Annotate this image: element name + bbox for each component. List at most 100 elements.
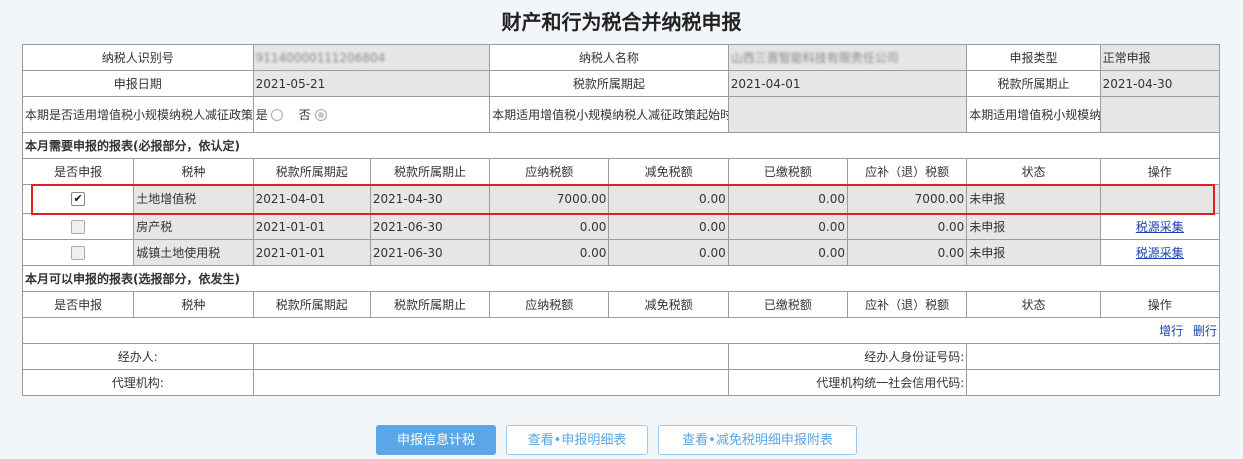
paid-amount: 0.00: [727, 239, 849, 266]
row-checkbox-cell: ✔: [21, 184, 135, 214]
status-text: 未申报: [966, 239, 1101, 266]
table-row: 城镇土地使用税 2021-01-01 2021-06-30 0.00 0.00 …: [21, 239, 1221, 266]
handler-input[interactable]: [252, 343, 729, 370]
action-cell: [1099, 184, 1221, 214]
col-end: 税款所属期止: [369, 291, 491, 318]
no-radio[interactable]: [314, 109, 327, 121]
col-relief: 减免税额: [608, 158, 729, 185]
paid-amount: 0.00: [727, 184, 849, 214]
optional-section-heading: 本月可以申报的报表(选报部分，依发生): [22, 265, 1220, 292]
due-amount: 0.00: [846, 239, 968, 266]
col-relief: 减免税额: [608, 291, 729, 318]
taxpayer-name-value: 山西三晋智能科技有限责任公司: [727, 44, 968, 71]
declare-date-label: 申报日期: [22, 70, 254, 97]
action-cell: 税源采集: [1099, 213, 1221, 240]
agency-label: 代理机构:: [22, 369, 254, 396]
row-controls: 增行 删行: [22, 317, 1220, 344]
period-start: 2021-01-01: [252, 213, 371, 240]
view-detail-button[interactable]: 查看•申报明细表: [506, 425, 648, 455]
period-end: 2021-06-30: [369, 213, 491, 240]
col-payable: 应纳税额: [489, 158, 610, 185]
relief-amount: 0.00: [608, 184, 729, 214]
col-due: 应补（退）税额: [846, 291, 968, 318]
tax-source-collect-link[interactable]: 税源采集: [1136, 220, 1184, 234]
handler-label: 经办人:: [22, 343, 254, 370]
page-title: 财产和行为税合并纳税申报: [501, 10, 742, 34]
optional-header-row: 是否申报 税种 税款所属期起 税款所属期止 应纳税额 减免税额 已缴税额 应补（…: [21, 291, 1221, 318]
col-action: 操作: [1099, 291, 1221, 318]
relief-amount: 0.00: [608, 239, 729, 266]
payable-amount: 0.00: [489, 213, 610, 240]
row-checkbox-cell: [21, 213, 135, 240]
declare-checkbox[interactable]: [71, 245, 86, 260]
col-start: 税款所属期起: [252, 158, 371, 185]
period-start: 2021-04-01: [252, 184, 371, 214]
period-start: 2021-01-01: [252, 239, 371, 266]
due-amount: 0.00: [846, 213, 968, 240]
required-header-row: 是否申报 税种 税款所属期起 税款所属期止 应纳税额 减免税额 已缴税额 应补（…: [21, 158, 1221, 185]
col-due: 应补（退）税额: [846, 158, 968, 185]
small-scale-label: 本期是否适用增值税小规模纳税人减征政策: [25, 107, 254, 122]
col-start: 税款所属期起: [252, 291, 371, 318]
declare-checkbox[interactable]: [71, 219, 86, 234]
col-declare: 是否申报: [21, 158, 135, 185]
status-text: 未申报: [966, 184, 1101, 214]
handler-id-input[interactable]: [966, 343, 1220, 370]
tax-name: 城镇土地使用税: [133, 239, 254, 266]
calc-tax-button[interactable]: 申报信息计税: [376, 425, 496, 455]
handler-id-label: 经办人身份证号码:: [727, 343, 968, 370]
col-status: 状态: [966, 291, 1101, 318]
taxpayer-id-value: 91140000111206804: [252, 44, 491, 71]
agency-code-input[interactable]: [966, 369, 1220, 396]
payable-amount: 0.00: [489, 239, 610, 266]
col-paid: 已缴税额: [727, 291, 849, 318]
due-amount: 7000.00: [846, 184, 968, 214]
agency-code-label: 代理机构统一社会信用代码:: [727, 369, 968, 396]
tax-source-collect-link[interactable]: 税源采集: [1136, 246, 1184, 260]
declare-checkbox[interactable]: ✔: [71, 192, 86, 207]
declare-type-label: 申报类型: [966, 44, 1101, 71]
row-checkbox-cell: [21, 239, 135, 266]
col-paid: 已缴税额: [727, 158, 849, 185]
period-end-value: 2021-04-30: [1099, 70, 1221, 97]
paid-amount: 0.00: [727, 213, 849, 240]
declare-type-value: 正常申报: [1099, 44, 1221, 71]
period-start-value: 2021-04-01: [727, 70, 968, 97]
table-row: 房产税 2021-01-01 2021-06-30 0.00 0.00 0.00…: [21, 213, 1221, 240]
declare-date-value: 2021-05-21: [252, 70, 491, 97]
tax-name: 土地增值税: [133, 184, 254, 214]
status-text: 未申报: [966, 213, 1101, 240]
period-end: 2021-04-30: [369, 184, 491, 214]
policy-end-label: 本期适用增值税小规模纳税人减征政策终止时间: [966, 96, 1101, 133]
info-row-3: 本期是否适用增值税小规模纳税人减征政策 是 否 本期适用增值税小规模纳税人减征政…: [22, 96, 1221, 133]
yes-label: 是: [255, 107, 268, 122]
small-scale-radio-group: 是 否: [252, 96, 491, 133]
delete-row-link[interactable]: 删行: [1193, 324, 1217, 338]
policy-start-label: 本期适用增值税小规模纳税人减征政策起始时间: [489, 96, 729, 133]
col-tax: 税种: [133, 291, 254, 318]
col-status: 状态: [966, 158, 1101, 185]
tax-name: 房产税: [133, 213, 254, 240]
col-payable: 应纳税额: [489, 291, 610, 318]
taxpayer-name-label: 纳税人名称: [489, 44, 729, 71]
payable-amount: 7000.00: [489, 184, 610, 214]
table-row: ✔ 土地增值税 2021-04-01 2021-04-30 7000.00 0.…: [21, 184, 1221, 214]
add-row-link[interactable]: 增行: [1159, 324, 1183, 338]
view-relief-button[interactable]: 查看•减免税明细申报附表: [658, 425, 857, 455]
small-scale-policy: 本期是否适用增值税小规模纳税人减征政策: [22, 96, 254, 133]
taxpayer-id-label: 纳税人识别号: [22, 44, 254, 71]
info-row-2: 申报日期 2021-05-21 税款所属期起 2021-04-01 税款所属期止…: [22, 70, 1221, 97]
col-action: 操作: [1099, 158, 1221, 185]
agency-input[interactable]: [252, 369, 729, 396]
action-cell: 税源采集: [1099, 239, 1221, 266]
yes-radio[interactable]: [271, 109, 284, 121]
period-end: 2021-06-30: [369, 239, 491, 266]
required-section-heading: 本月需要申报的报表(必报部分，依认定): [22, 132, 1220, 159]
policy-start-value[interactable]: [727, 96, 968, 133]
col-tax: 税种: [133, 158, 254, 185]
declaration-form: 纳税人识别号 91140000111206804 纳税人名称 山西三晋智能科技有…: [21, 44, 1221, 396]
period-end-label: 税款所属期止: [966, 70, 1101, 97]
col-end: 税款所属期止: [369, 158, 491, 185]
period-start-label: 税款所属期起: [489, 70, 729, 97]
policy-end-value[interactable]: [1099, 96, 1221, 133]
